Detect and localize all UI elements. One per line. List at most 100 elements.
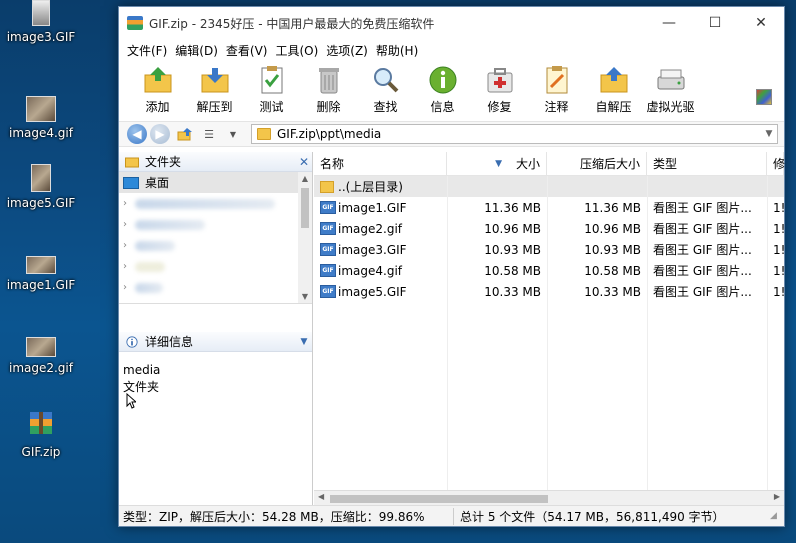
extract-to-button[interactable]: 解压到: [186, 65, 243, 115]
desktop-icon-gif-zip[interactable]: GIF.zip: [0, 408, 82, 459]
folder-tree: 桌面 › › › › › ▲ ▼: [119, 172, 312, 304]
selection-status: 总计 5 个文件（54.17 MB，56,811,490 字节）: [460, 509, 725, 524]
file-type: 看图王 GIF 图片...: [653, 222, 752, 236]
blurred-item: [135, 282, 163, 293]
table-row[interactable]: GIF image1.GIF 11.36 MB 11.36 MB 看图王 GIF …: [314, 197, 784, 218]
expand-icon[interactable]: ›: [123, 198, 135, 209]
view-dropdown-icon[interactable]: ▼: [224, 125, 242, 143]
view-mode-icon[interactable]: ☰: [200, 125, 218, 143]
scroll-up-icon[interactable]: ▲: [298, 174, 312, 183]
minimize-button[interactable]: —: [646, 7, 692, 39]
expand-icon[interactable]: ›: [123, 261, 135, 272]
tree-item-desktop[interactable]: 桌面: [119, 172, 312, 193]
menu-edit[interactable]: 编辑(D): [171, 42, 222, 59]
gif-file-icon: GIF: [320, 264, 336, 277]
desktop-icon-image2[interactable]: image2.gif: [0, 337, 82, 375]
status-bar: 类型：ZIP，解压后大小：54.28 MB，压缩比：99.86% 总计 5 个文…: [119, 505, 784, 526]
parent-folder-icon: [320, 180, 334, 193]
file-size: 10.96 MB: [484, 221, 541, 236]
desktop-icon-image5[interactable]: image5.GIF: [0, 164, 82, 210]
file-size: 11.36 MB: [484, 200, 541, 215]
desktop-icon-image4[interactable]: image4.gif: [0, 96, 82, 140]
self-extract-button[interactable]: 自解压: [585, 65, 642, 115]
column-header-name[interactable]: 名称: [314, 152, 447, 175]
extract-icon: [201, 68, 228, 93]
table-row[interactable]: GIF image3.GIF 10.93 MB 10.93 MB 看图王 GIF …: [314, 239, 784, 260]
virtual-drive-button[interactable]: 虚拟光驱: [642, 65, 699, 115]
desktop-icon-label: image4.gif: [8, 126, 73, 140]
tree-item[interactable]: ›: [119, 193, 312, 214]
file-type: 看图王 GIF 图片...: [653, 201, 752, 215]
tree-scrollbar[interactable]: ▲ ▼: [298, 172, 312, 303]
delete-button[interactable]: 删除: [300, 65, 357, 115]
address-dropdown-icon[interactable]: ▼: [761, 129, 777, 139]
info-button[interactable]: 信息: [414, 65, 471, 115]
file-modified: 1!: [773, 221, 784, 236]
up-level-icon[interactable]: [176, 125, 194, 143]
tree-item[interactable]: ›: [119, 214, 312, 235]
file-name: image3.GIF: [338, 242, 407, 257]
tree-item[interactable]: ›: [119, 277, 312, 298]
menu-file[interactable]: 文件(F): [123, 42, 171, 59]
folder-icon: [125, 157, 139, 167]
scroll-thumb[interactable]: [330, 495, 548, 503]
desktop-icon-label: image3.GIF: [6, 30, 76, 44]
desktop-icon-image1[interactable]: image1.GIF: [0, 256, 82, 292]
comment-button[interactable]: 注释: [528, 65, 585, 115]
column-header-compressed-size[interactable]: 压缩后大小: [547, 152, 647, 175]
scroll-left-icon[interactable]: ◀: [318, 492, 324, 501]
test-button[interactable]: 测试: [243, 65, 300, 115]
column-header-size[interactable]: ▼ 大小: [447, 152, 547, 175]
tree-item[interactable]: ›: [119, 235, 312, 256]
table-row[interactable]: GIF image2.gif 10.96 MB 10.96 MB 看图王 GIF …: [314, 218, 784, 239]
column-header-type[interactable]: 类型: [647, 152, 767, 175]
image-thumbnail: [26, 256, 56, 274]
file-type: 看图王 GIF 图片...: [653, 243, 752, 257]
file-modified: 1!: [773, 284, 784, 299]
skin-icon[interactable]: [756, 89, 772, 105]
column-header-modified[interactable]: 修: [767, 152, 785, 175]
folders-pane-close-button[interactable]: ✕: [296, 155, 312, 169]
repair-label: 修复: [487, 100, 512, 114]
repair-button[interactable]: 修复: [471, 65, 528, 115]
scroll-down-icon[interactable]: ▼: [298, 292, 312, 301]
tree-item[interactable]: ›: [119, 256, 312, 277]
app-icon: [127, 16, 143, 30]
file-name: image2.gif: [338, 221, 403, 236]
desktop-icon-image3[interactable]: image3.GIF: [0, 0, 82, 44]
title-bar[interactable]: GIF.zip - 2345好压 - 中国用户最最大的免费压缩软件 — ☐ ✕: [119, 7, 784, 39]
zip-archive-icon: [30, 412, 52, 434]
address-path-field[interactable]: GIF.zip\ppt\media ▼: [251, 124, 778, 144]
table-row[interactable]: GIF image5.GIF 10.33 MB 10.33 MB 看图王 GIF …: [314, 281, 784, 302]
resize-grip-icon[interactable]: ◢: [770, 511, 784, 521]
menu-options[interactable]: 选项(Z): [322, 42, 372, 59]
forward-button[interactable]: ▶: [150, 124, 170, 144]
scroll-thumb[interactable]: [301, 188, 309, 228]
details-pane-header[interactable]: 详细信息 ▼: [119, 332, 312, 352]
find-button[interactable]: 查找: [357, 65, 414, 115]
info-icon: [126, 335, 138, 348]
back-button[interactable]: ◀: [127, 124, 147, 144]
haozip-window: GIF.zip - 2345好压 - 中国用户最最大的免费压缩软件 — ☐ ✕ …: [118, 6, 785, 527]
close-button[interactable]: ✕: [738, 7, 784, 39]
add-button[interactable]: 添加: [129, 65, 186, 115]
file-name: image5.GIF: [338, 284, 407, 299]
maximize-button[interactable]: ☐: [692, 7, 738, 39]
menu-view[interactable]: 查看(V): [222, 42, 272, 59]
table-row[interactable]: GIF image4.gif 10.58 MB 10.58 MB 看图王 GIF …: [314, 260, 784, 281]
expand-icon[interactable]: ›: [123, 282, 135, 293]
parent-directory-row[interactable]: ..(上层目录): [314, 176, 784, 197]
info-label: 信息: [430, 100, 455, 114]
menu-tools[interactable]: 工具(O): [271, 42, 322, 59]
gif-file-icon: GIF: [320, 243, 336, 256]
add-icon: [144, 67, 171, 93]
toolbar: 添加 解压到 测试 删除 查找 信息 修复 注释 自解压 虚拟光驱: [119, 61, 784, 121]
scroll-right-icon[interactable]: ▶: [774, 492, 780, 501]
column-divider: [647, 176, 648, 490]
details-collapse-icon[interactable]: ▼: [296, 337, 312, 347]
expand-icon[interactable]: ›: [123, 240, 135, 251]
menu-help[interactable]: 帮助(H): [372, 42, 422, 59]
horizontal-scrollbar[interactable]: ◀ ▶: [314, 490, 784, 506]
image-thumbnail: [26, 96, 56, 122]
expand-icon[interactable]: ›: [123, 219, 135, 230]
